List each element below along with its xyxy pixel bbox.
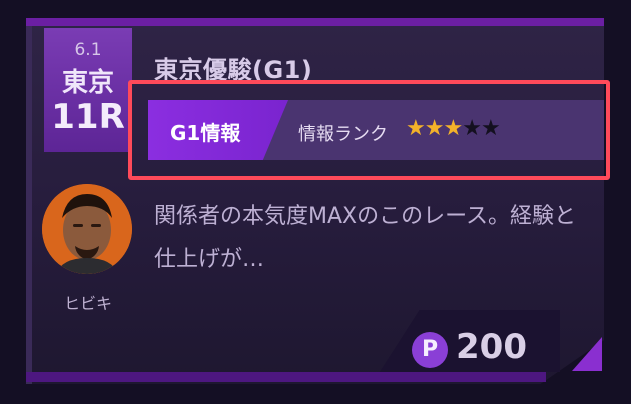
point-icon: P [412, 332, 448, 368]
race-number: 11R [51, 97, 125, 137]
highlight-box [128, 80, 610, 180]
card-left-accent [26, 18, 32, 384]
avatar-face-icon [42, 184, 132, 274]
price-value: 200 [456, 327, 527, 367]
description: 関係者の本気度MAXのこのレース。経験と仕上げが… [154, 204, 577, 272]
author-name: ヒビキ [63, 294, 112, 313]
avatar [42, 184, 132, 274]
race-date-box: 6.1 東京 11R [44, 28, 132, 152]
card-bottom-border [26, 372, 546, 382]
race-date: 6.1 [74, 40, 102, 60]
race-venue: 東京 [61, 68, 114, 98]
card-top-border [26, 18, 604, 26]
